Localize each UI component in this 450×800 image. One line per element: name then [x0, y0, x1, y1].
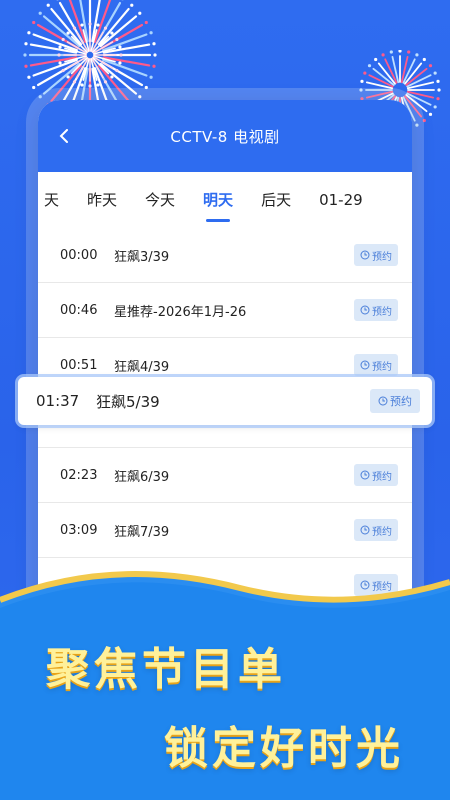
reserve-label: 预约 — [372, 526, 392, 538]
program-time: 00:51 — [60, 357, 98, 373]
date-tabs: 天 昨天 今天 明天 后天 01-29 — [38, 172, 412, 228]
reserve-label: 预约 — [390, 395, 412, 408]
clock-icon — [360, 250, 370, 260]
reserve-button[interactable]: 预约 — [354, 464, 398, 486]
tab-today[interactable]: 今天 — [131, 172, 189, 228]
reserve-button[interactable]: 预约 — [354, 244, 398, 266]
clock-icon — [360, 470, 370, 480]
app-header: CCTV-8 电视剧 — [38, 100, 412, 172]
reserve-label: 预约 — [372, 306, 392, 318]
program-time: 00:00 — [60, 247, 98, 263]
slogan-line-2: 锁定好时光 — [164, 723, 404, 774]
tab-day-after-tomorrow[interactable]: 后天 — [247, 172, 305, 228]
program-time: 02:23 — [60, 467, 98, 483]
tab-yesterday[interactable]: 昨天 — [73, 172, 131, 228]
slogan-line-1: 聚焦节目单 — [46, 644, 286, 695]
reserve-button[interactable]: 预约 — [354, 299, 398, 321]
program-title: 星推荐-2026年1月-26 — [114, 304, 247, 320]
clock-icon — [360, 305, 370, 315]
clock-icon — [360, 360, 370, 370]
schedule-row: 00:00 狂飙3/39 预约 — [38, 228, 412, 283]
reserve-label: 预约 — [372, 361, 392, 373]
highlighted-schedule-row: 01:37 狂飙5/39 预约 — [18, 377, 432, 425]
reserve-button[interactable]: 预约 — [370, 389, 420, 413]
reserve-label: 预约 — [372, 471, 392, 483]
reserve-button[interactable]: 预约 — [354, 519, 398, 541]
program-title: 狂飙4/39 — [114, 359, 170, 375]
tab-tomorrow[interactable]: 明天 — [189, 172, 247, 228]
program-title: 狂飙5/39 — [96, 392, 160, 411]
program-title: 狂飙7/39 — [114, 524, 170, 540]
chevron-left-icon — [59, 129, 68, 143]
tab-partial[interactable]: 天 — [38, 172, 73, 228]
program-title: 狂飙3/39 — [114, 249, 170, 265]
program-time: 01:37 — [36, 392, 80, 410]
schedule-row: 03:09 狂飙7/39 预约 — [38, 503, 412, 558]
clock-icon — [360, 525, 370, 535]
schedule-row: 02:23 狂飙6/39 预约 — [38, 448, 412, 503]
schedule-row: 00:46 星推荐-2026年1月-26 预约 — [38, 283, 412, 338]
tab-date-01-29[interactable]: 01-29 — [305, 172, 377, 228]
program-time: 00:46 — [60, 302, 98, 318]
promo-screen: CCTV-8 电视剧 天 昨天 今天 明天 后天 01-29 00:00 狂飙3… — [0, 0, 450, 800]
program-time: 03:09 — [60, 522, 98, 538]
channel-title: CCTV-8 电视剧 — [170, 127, 280, 146]
reserve-label: 预约 — [372, 251, 392, 263]
reserve-button[interactable]: 预约 — [354, 354, 398, 376]
clock-icon — [378, 396, 388, 406]
back-button[interactable] — [54, 126, 74, 146]
program-title: 狂飙6/39 — [114, 469, 170, 485]
